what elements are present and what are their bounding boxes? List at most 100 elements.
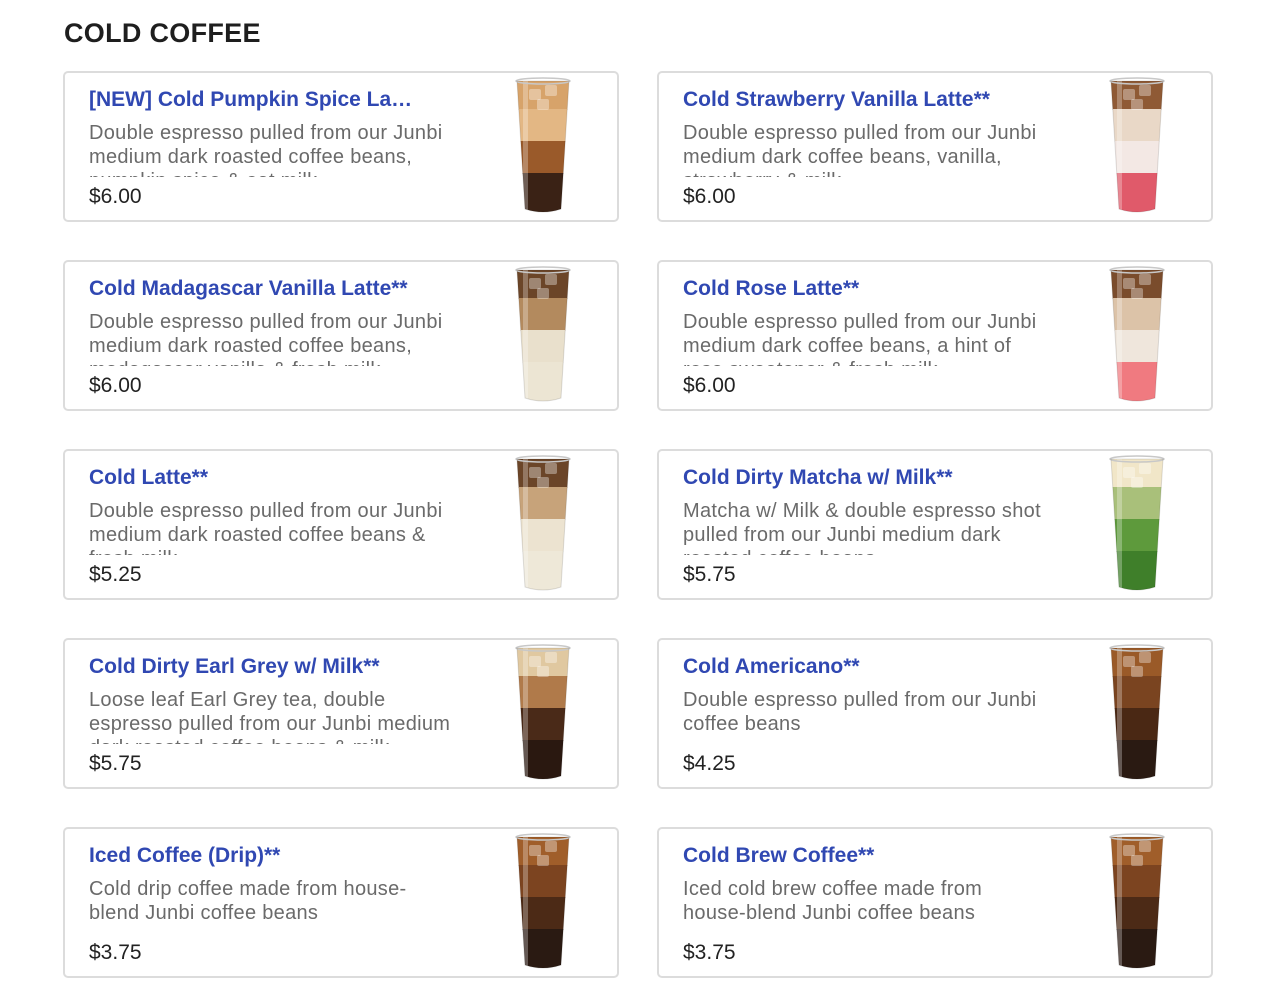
menu-item-card[interactable]: Cold Americano** Double espresso pulled …	[657, 638, 1213, 789]
drink-layer	[517, 897, 569, 930]
item-price: $6.00	[683, 185, 736, 208]
ice-cube	[545, 274, 557, 285]
ice-cube	[1139, 274, 1151, 285]
ice-cube	[537, 288, 549, 299]
ice-cube	[1139, 652, 1151, 663]
ice-cube	[529, 467, 541, 478]
drink-layer	[1111, 173, 1163, 212]
drink-layer	[517, 708, 569, 741]
ice-cube	[1123, 656, 1135, 667]
item-description: Double espresso pulled from our Junbi me…	[89, 311, 443, 366]
menu-item-card[interactable]: Cold Rose Latte** Double espresso pulled…	[657, 260, 1213, 411]
ice-cube	[529, 278, 541, 289]
menu-item-card[interactable]: Cold Brew Coffee** Iced cold brew coffee…	[657, 827, 1213, 978]
item-description: Matcha w/ Milk & double espresso shot pu…	[683, 500, 1041, 555]
drink-layer	[1111, 676, 1163, 709]
item-description: Double espresso pulled from our Junbi me…	[683, 122, 1037, 177]
pumpkin-spice-latte-photo	[503, 69, 583, 219]
drink-layer	[517, 740, 569, 779]
ice-cube	[1123, 467, 1135, 478]
menu-item-card[interactable]: Cold Latte** Double espresso pulled from…	[63, 449, 619, 600]
rose-latte-photo-graphic	[1109, 266, 1165, 402]
rose-latte-photo	[1097, 258, 1177, 408]
menu-item-card[interactable]: Cold Dirty Earl Grey w/ Milk** Loose lea…	[63, 638, 619, 789]
iced-coffee-photo	[503, 825, 583, 975]
item-description: Loose leaf Earl Grey tea, double espress…	[89, 689, 451, 744]
ice-cube	[1123, 89, 1135, 100]
ice-cube	[529, 656, 541, 667]
drink-layer	[1111, 519, 1163, 552]
drink-layer	[517, 865, 569, 898]
ice-cube	[537, 666, 549, 677]
drink-layer	[517, 298, 569, 331]
item-name[interactable]: Cold Brew Coffee**	[683, 843, 1028, 869]
drink-layer	[1111, 330, 1163, 363]
ice-cube	[545, 85, 557, 96]
cold-americano-photo	[1097, 636, 1177, 786]
item-name[interactable]: Cold Madagascar Vanilla Latte**	[89, 276, 434, 302]
item-price: $3.75	[683, 941, 736, 964]
item-description: Double espresso pulled from our Junbi me…	[89, 500, 443, 555]
drink-layer	[1111, 298, 1163, 331]
item-name[interactable]: Iced Coffee (Drip)**	[89, 843, 434, 869]
drink-layer	[1111, 740, 1163, 779]
item-name[interactable]: Cold Americano**	[683, 654, 1028, 680]
item-description: Double espresso pulled from our Junbi me…	[89, 122, 443, 177]
drink-layer	[1111, 708, 1163, 741]
cold-americano-photo-graphic	[1109, 644, 1165, 780]
item-price: $6.00	[89, 374, 142, 397]
drink-layer	[517, 109, 569, 142]
menu-item-card[interactable]: [NEW] Cold Pumpkin Spice La… Double espr…	[63, 71, 619, 222]
ice-cube	[1131, 477, 1143, 488]
item-price: $6.00	[89, 185, 142, 208]
drink-layer	[517, 173, 569, 212]
item-description: Double espresso pulled from our Junbi me…	[683, 311, 1037, 366]
ice-cube	[1139, 85, 1151, 96]
drink-layer	[517, 519, 569, 552]
item-price: $6.00	[683, 374, 736, 397]
strawberry-vanilla-latte-photo-graphic	[1109, 77, 1165, 213]
menu-item-card[interactable]: Cold Madagascar Vanilla Latte** Double e…	[63, 260, 619, 411]
ice-cube	[1131, 99, 1143, 110]
ice-cube	[1131, 288, 1143, 299]
item-name[interactable]: Cold Rose Latte**	[683, 276, 1028, 302]
drink-layer	[1111, 362, 1163, 401]
item-description: Cold drip coffee made from house-blend J…	[89, 878, 407, 924]
drink-layer	[1111, 551, 1163, 590]
ice-cube	[1131, 666, 1143, 677]
dirty-earl-grey-photo-graphic	[515, 644, 571, 780]
cold-latte-photo-graphic	[515, 455, 571, 591]
ice-cube	[537, 855, 549, 866]
item-name[interactable]: Cold Strawberry Vanilla Latte**	[683, 87, 1028, 113]
iced-coffee-photo-graphic	[515, 833, 571, 969]
item-name[interactable]: Cold Dirty Matcha w/ Milk**	[683, 465, 1028, 491]
cold-brew-photo-graphic	[1109, 833, 1165, 969]
item-price: $5.75	[683, 563, 736, 586]
item-name[interactable]: [NEW] Cold Pumpkin Spice La…	[89, 87, 434, 113]
ice-cube	[545, 841, 557, 852]
item-price: $5.25	[89, 563, 142, 586]
ice-cube	[1139, 841, 1151, 852]
ice-cube	[1123, 278, 1135, 289]
drink-layer	[517, 141, 569, 174]
drink-layer	[1111, 929, 1163, 968]
ice-cube	[1131, 855, 1143, 866]
menu-item-card[interactable]: Cold Strawberry Vanilla Latte** Double e…	[657, 71, 1213, 222]
drink-layer	[517, 929, 569, 968]
item-name[interactable]: Cold Latte**	[89, 465, 434, 491]
item-price: $4.25	[683, 752, 736, 775]
item-name[interactable]: Cold Dirty Earl Grey w/ Milk**	[89, 654, 434, 680]
section-title: COLD COFFEE	[64, 18, 261, 48]
dirty-earl-grey-photo	[503, 636, 583, 786]
cold-brew-photo	[1097, 825, 1177, 975]
drink-layer	[1111, 865, 1163, 898]
item-price: $5.75	[89, 752, 142, 775]
madagascar-vanilla-latte-photo-graphic	[515, 266, 571, 402]
item-description: Iced cold brew coffee made from house-bl…	[683, 878, 983, 924]
drink-layer	[1111, 109, 1163, 142]
menu-item-card[interactable]: Cold Dirty Matcha w/ Milk** Matcha w/ Mi…	[657, 449, 1213, 600]
ice-cube	[537, 477, 549, 488]
cold-latte-photo	[503, 447, 583, 597]
pumpkin-spice-latte-photo-graphic	[515, 77, 571, 213]
menu-item-card[interactable]: Iced Coffee (Drip)** Cold drip coffee ma…	[63, 827, 619, 978]
